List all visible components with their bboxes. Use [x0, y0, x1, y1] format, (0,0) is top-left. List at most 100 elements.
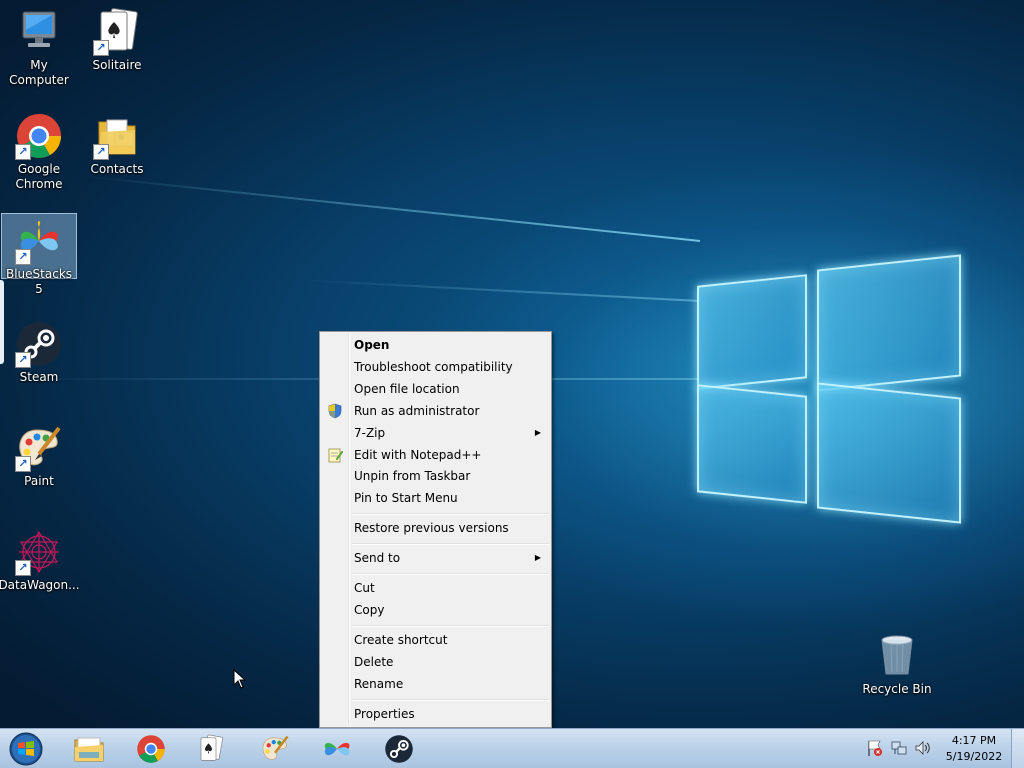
desktop-icon-label: DataWagon...	[0, 578, 80, 592]
shortcut-arrow-icon: ↗	[93, 144, 109, 160]
desktop-icon-solitaire[interactable]: ↗ Solitaire	[79, 8, 155, 73]
taskbar-solitaire[interactable]	[184, 731, 238, 767]
taskbar-bluestacks[interactable]	[310, 731, 364, 767]
menu-item-unpin-from-taskbar[interactable]: Unpin from Taskbar	[322, 466, 549, 486]
menu-item-delete[interactable]: Delete	[322, 652, 549, 672]
desktop-icon-label: Recycle Bin	[862, 682, 932, 696]
shortcut-arrow-icon: ↗	[15, 249, 31, 265]
submenu-arrow-icon: ▶	[534, 553, 541, 562]
shortcut-arrow-icon: ↗	[15, 560, 31, 576]
windows-orb-icon	[9, 732, 43, 766]
menu-item-open-file-location[interactable]: Open file location	[322, 379, 549, 399]
taskbar-paint[interactable]	[248, 731, 302, 767]
menu-item-label: Create shortcut	[354, 633, 448, 647]
screen-edge-tab[interactable]	[0, 280, 4, 364]
desktop-icon-label: My Computer	[9, 58, 69, 87]
menu-separator	[352, 625, 549, 627]
menu-item-label: Open file location	[354, 382, 460, 396]
desktop-icon-paint[interactable]: ↗ Paint	[1, 424, 77, 489]
clock-time: 4:17 PM	[951, 734, 997, 747]
wallpaper-beam	[83, 175, 701, 242]
menu-item-7zip[interactable]: 7-Zip ▶	[322, 423, 549, 443]
recycle-bin-icon	[873, 632, 921, 680]
menu-item-rename[interactable]: Rename	[322, 674, 549, 694]
clock-date: 5/19/2022	[945, 750, 1003, 763]
menu-item-cut[interactable]: Cut	[322, 578, 549, 598]
menu-item-label: Pin to Start Menu	[354, 491, 458, 505]
shortcut-arrow-icon: ↗	[15, 352, 31, 368]
desktop[interactable]: My Computer ↗ Solitaire ↗ Google Chrome …	[0, 0, 1024, 728]
file-explorer-icon	[74, 737, 104, 762]
menu-item-label: Restore previous versions	[354, 521, 509, 535]
notepad-plus-icon	[328, 448, 343, 463]
menu-item-label: Run as administrator	[354, 404, 480, 418]
taskbar: 4:17 PM 5/19/2022	[0, 728, 1024, 768]
menu-separator	[352, 543, 549, 545]
menu-item-edit-with-notepad-plus-plus[interactable]: Edit with Notepad++	[322, 445, 549, 465]
desktop-icon-recycle-bin[interactable]: Recycle Bin	[859, 632, 935, 697]
bluestacks-icon: ↗	[15, 217, 63, 265]
action-center-flag-icon[interactable]	[866, 739, 884, 757]
desktop-icon-label: Google Chrome	[15, 162, 63, 191]
chrome-icon: ↗	[15, 112, 63, 160]
menu-item-pin-to-start-menu[interactable]: Pin to Start Menu	[322, 488, 549, 508]
menu-item-label: Properties	[354, 707, 415, 721]
desktop-icon-steam[interactable]: ↗ Steam	[1, 320, 77, 385]
desktop-icon-contacts[interactable]: ↗ Contacts	[79, 112, 155, 177]
solitaire-icon	[200, 734, 223, 761]
menu-item-label: Rename	[354, 677, 404, 691]
menu-item-label: Cut	[354, 581, 375, 595]
menu-item-copy[interactable]: Copy	[322, 600, 549, 620]
menu-item-send-to[interactable]: Send to ▶	[322, 548, 549, 568]
volume-icon[interactable]	[914, 739, 932, 757]
shortcut-arrow-icon: ↗	[15, 144, 31, 160]
desktop-icon-label: Steam	[19, 370, 59, 384]
desktop-icon-label: BlueStacks 5	[5, 267, 73, 296]
submenu-arrow-icon: ▶	[534, 428, 541, 437]
computer-icon	[15, 8, 63, 56]
menu-item-label: Troubleshoot compatibility	[354, 360, 513, 374]
menu-item-create-shortcut[interactable]: Create shortcut	[322, 630, 549, 650]
taskbar-clock[interactable]: 4:17 PM 5/19/2022	[940, 733, 1008, 765]
wallpaper-logo-pane	[697, 274, 807, 390]
shortcut-arrow-icon: ↗	[15, 456, 31, 472]
taskbar-chrome[interactable]	[124, 731, 178, 767]
chrome-icon	[137, 735, 165, 763]
show-desktop-button[interactable]	[1011, 729, 1024, 768]
menu-item-run-as-administrator[interactable]: Run as administrator	[322, 401, 549, 421]
solitaire-icon: ↗	[93, 8, 141, 56]
menu-item-properties[interactable]: Properties	[322, 704, 549, 724]
network-icon[interactable]	[890, 739, 908, 757]
desktop-icon-my-computer[interactable]: My Computer	[1, 8, 77, 88]
menu-item-restore-previous-versions[interactable]: Restore previous versions	[322, 518, 549, 538]
desktop-icon-google-chrome[interactable]: ↗ Google Chrome	[1, 112, 77, 192]
steam-icon: ↗	[15, 320, 63, 368]
taskbar-steam[interactable]	[372, 731, 426, 767]
contacts-folder-icon: ↗	[93, 112, 141, 160]
datawagon-icon: ↗	[15, 528, 63, 576]
uac-shield-icon	[328, 403, 342, 419]
menu-item-label: Unpin from Taskbar	[354, 469, 471, 483]
menu-item-open[interactable]: Open	[322, 335, 549, 355]
menu-item-troubleshoot-compatibility[interactable]: Troubleshoot compatibility	[322, 357, 549, 377]
menu-separator	[352, 699, 549, 701]
wallpaper-beam	[300, 279, 701, 302]
start-button[interactable]	[6, 731, 46, 767]
context-menu: Open Troubleshoot compatibility Open fil…	[319, 331, 552, 728]
menu-separator	[352, 513, 549, 515]
menu-item-label: Open	[354, 338, 390, 352]
wallpaper-logo-pane	[817, 254, 961, 392]
steam-icon	[385, 735, 413, 763]
wallpaper-logo-pane	[817, 382, 961, 524]
desktop-icon-datawagon[interactable]: ↗ DataWagon...	[0, 528, 80, 593]
paint-icon: ↗	[15, 424, 63, 472]
taskbar-file-explorer[interactable]	[62, 731, 116, 767]
menu-item-label: Send to	[354, 551, 401, 565]
menu-item-label: Delete	[354, 655, 394, 669]
bluestacks-icon	[324, 742, 350, 756]
desktop-icon-bluestacks[interactable]: ↗ BlueStacks 5	[1, 213, 77, 296]
mouse-cursor-icon	[233, 669, 247, 689]
desktop-icon-label: Solitaire	[92, 58, 142, 72]
desktop-icon-label: Contacts	[90, 162, 144, 176]
wallpaper-logo-pane	[697, 384, 807, 504]
